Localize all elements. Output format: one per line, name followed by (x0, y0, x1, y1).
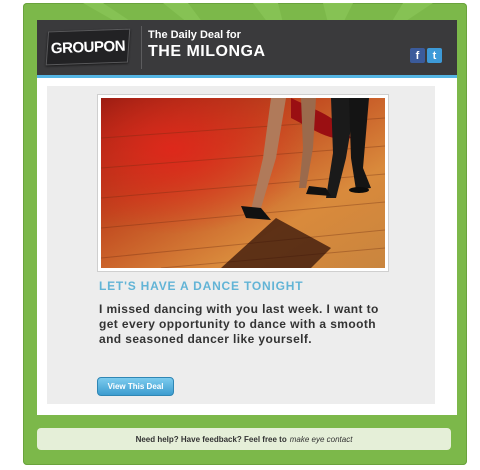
footer-bar: Need help? Have feedback? Feel free to m… (37, 428, 451, 450)
header-divider (141, 26, 142, 69)
email-frame: GROUPON The Daily Deal for THE MILONGA f… (23, 3, 467, 465)
header-title: THE MILONGA (148, 43, 266, 60)
footer-text: Need help? Have feedback? Feel free to (135, 434, 287, 444)
dancers-photo (101, 98, 385, 268)
facebook-glyph: f (415, 49, 420, 62)
twitter-glyph: t (432, 49, 437, 62)
view-deal-button[interactable]: View This Deal (97, 377, 174, 396)
email-header: GROUPON The Daily Deal for THE MILONGA f… (37, 20, 457, 78)
facebook-icon[interactable]: f (410, 48, 425, 63)
deal-card: LET'S HAVE A DANCE TONIGHT I missed danc… (37, 78, 457, 415)
logo-text: GROUPON (50, 37, 126, 57)
groupon-logo[interactable]: GROUPON (45, 28, 131, 66)
deal-title: LET'S HAVE A DANCE TONIGHT (99, 279, 304, 293)
deal-image-frame[interactable] (97, 94, 389, 272)
photo-illustration (101, 98, 385, 268)
deal-panel: LET'S HAVE A DANCE TONIGHT I missed danc… (47, 86, 435, 404)
make-eye-contact-link[interactable]: make eye contact (290, 435, 353, 444)
header-subtitle: The Daily Deal for (148, 29, 241, 41)
twitter-icon[interactable]: t (427, 48, 442, 63)
deal-description: I missed dancing with you last week. I w… (99, 302, 379, 346)
